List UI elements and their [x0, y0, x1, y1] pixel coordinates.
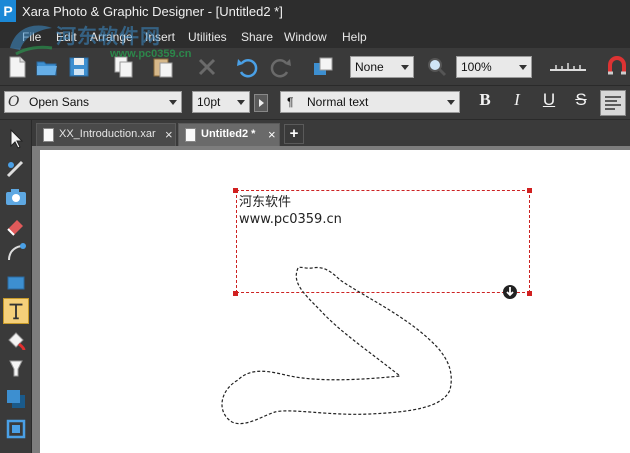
standard-toolbar: None 100%: [0, 48, 630, 86]
chevron-down-icon: [519, 65, 527, 70]
zoom-select-value: 100%: [461, 60, 492, 74]
document-tabs: XX_Introduction.xar × Untitled2 * × +: [32, 120, 630, 146]
menu-file[interactable]: File: [22, 30, 41, 44]
fill-select[interactable]: None: [350, 56, 414, 78]
contour-tool-icon[interactable]: [3, 156, 29, 182]
chevron-down-icon: [169, 100, 177, 105]
photo-tool-icon[interactable]: [3, 184, 29, 210]
menu-help[interactable]: Help: [342, 30, 367, 44]
fill-select-value: None: [355, 60, 384, 74]
open-folder-icon[interactable]: [34, 54, 60, 80]
arrange-icon[interactable]: [310, 54, 336, 80]
font-family-value: Open Sans: [29, 95, 90, 109]
paragraph-icon: ¶: [287, 95, 294, 109]
paste-icon[interactable]: [150, 54, 176, 80]
close-icon[interactable]: ×: [268, 127, 276, 142]
shape-editor-tool-icon[interactable]: [3, 240, 29, 266]
tab-xx-introduction[interactable]: XX_Introduction.xar ×: [36, 123, 176, 146]
fill-tool-icon[interactable]: [3, 328, 29, 354]
text-toolbar: O Open Sans 10pt ¶ Normal text B I U S: [0, 86, 630, 120]
document-icon: [185, 128, 196, 142]
copy-icon[interactable]: [110, 54, 136, 80]
app-logo-icon[interactable]: P: [0, 0, 16, 22]
menu-window[interactable]: Window: [284, 30, 327, 44]
canvas-area[interactable]: 河东软件 www.pc0359.cn: [32, 146, 630, 453]
menu-insert[interactable]: Insert: [145, 30, 175, 44]
zoom-icon[interactable]: [424, 54, 450, 80]
tab-untitled2[interactable]: Untitled2 * ×: [178, 123, 280, 146]
toolbox: [0, 120, 32, 453]
app-window: P Xara Photo & Graphic Designer - [Untit…: [0, 0, 630, 453]
transparency-tool-icon[interactable]: [3, 356, 29, 382]
chevron-right-icon[interactable]: [254, 94, 268, 112]
bold-button[interactable]: B: [472, 90, 498, 116]
chevron-down-icon: [401, 65, 409, 70]
strikethrough-button[interactable]: S: [568, 90, 594, 116]
paragraph-style-value: Normal text: [307, 95, 369, 109]
paragraph-style-select[interactable]: ¶ Normal text: [280, 91, 460, 113]
title-bar: P Xara Photo & Graphic Designer - [Untit…: [0, 0, 630, 28]
undo-icon[interactable]: [234, 54, 260, 80]
chevron-down-icon: [447, 100, 455, 105]
font-size-value: 10pt: [197, 95, 221, 109]
redo-icon[interactable]: [268, 54, 294, 80]
rectangle-tool-icon[interactable]: [3, 270, 29, 296]
delete-icon[interactable]: [194, 54, 220, 80]
underline-button[interactable]: U: [536, 90, 562, 116]
save-icon[interactable]: [66, 54, 92, 80]
selector-tool-icon[interactable]: [3, 126, 29, 152]
menu-edit[interactable]: Edit: [56, 30, 77, 44]
close-icon[interactable]: ×: [165, 127, 173, 142]
ruler-icon[interactable]: [548, 54, 588, 80]
menu-arrange[interactable]: Arrange: [90, 30, 133, 44]
frame-tool-icon[interactable]: [3, 416, 29, 442]
menu-utilities[interactable]: Utilities: [188, 30, 227, 44]
align-left-icon[interactable]: [600, 90, 626, 116]
new-document-icon[interactable]: [4, 54, 30, 80]
new-tab-button[interactable]: +: [284, 124, 304, 144]
dashed-path-shape[interactable]: [40, 150, 630, 453]
menu-share[interactable]: Share: [241, 30, 273, 44]
document-icon: [43, 128, 54, 142]
shadow-tool-icon[interactable]: [3, 386, 29, 412]
menu-bar: File Edit Arrange Insert Utilities Share…: [0, 28, 630, 48]
eraser-tool-icon[interactable]: [3, 212, 29, 238]
text-tool-icon[interactable]: [3, 298, 29, 324]
font-size-select[interactable]: 10pt: [192, 91, 250, 113]
tab-label: Untitled2 *: [201, 128, 256, 140]
chevron-down-icon: [237, 100, 245, 105]
window-title: Xara Photo & Graphic Designer - [Untitle…: [22, 4, 283, 19]
magnet-icon[interactable]: [604, 54, 630, 80]
zoom-select[interactable]: 100%: [456, 56, 532, 78]
italic-button[interactable]: I: [504, 90, 530, 116]
font-icon: O: [8, 94, 20, 110]
page-canvas[interactable]: 河东软件 www.pc0359.cn: [40, 150, 630, 453]
tab-label: XX_Introduction.xar: [59, 128, 156, 140]
font-family-select[interactable]: O Open Sans: [4, 91, 182, 113]
